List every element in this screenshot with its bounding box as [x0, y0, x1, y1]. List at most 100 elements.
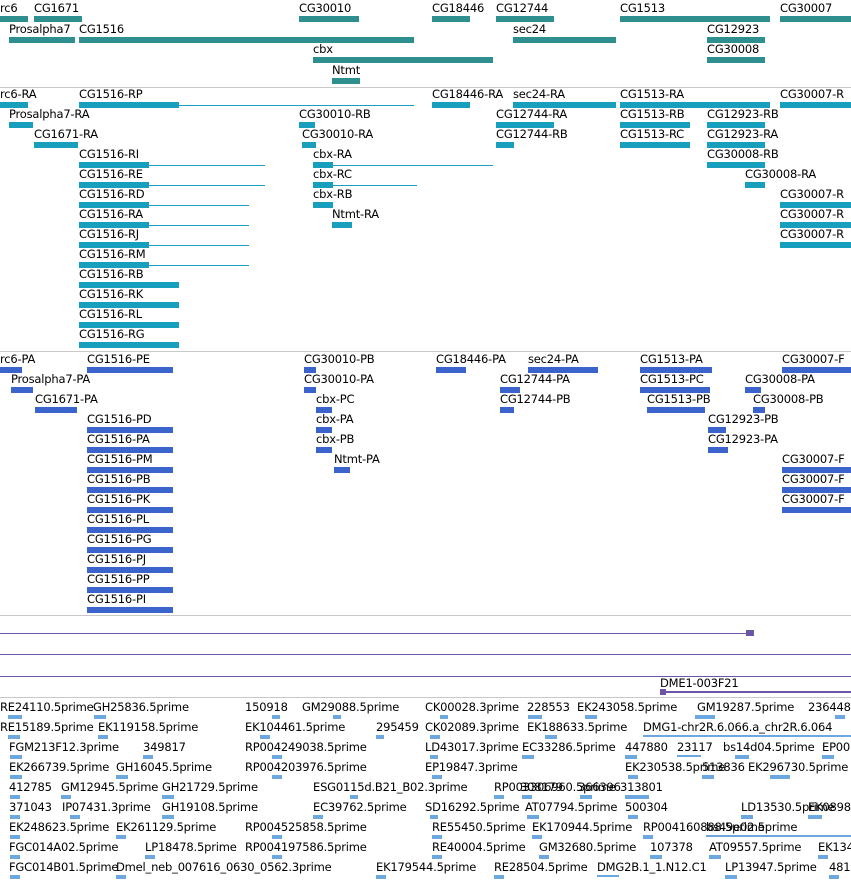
- transcript-feature[interactable]: [332, 222, 352, 228]
- protein-label[interactable]: sec24-PA: [528, 353, 579, 366]
- transcript-label[interactable]: Prosalpha7-RA: [9, 108, 90, 121]
- est-feature[interactable]: [770, 775, 790, 779]
- est-feature[interactable]: [10, 755, 22, 759]
- transcript-label[interactable]: CG1516-RK: [79, 288, 143, 301]
- protein-label[interactable]: CG12744-PA: [500, 373, 570, 386]
- gene-feature[interactable]: [780, 16, 851, 22]
- protein-label[interactable]: Ntmt-PA: [334, 453, 380, 466]
- transcript-label[interactable]: CG30010-RB: [299, 108, 371, 121]
- gene-feature[interactable]: [332, 78, 360, 84]
- transcript-label[interactable]: CG30007-R: [780, 88, 844, 101]
- est-feature[interactable]: [432, 775, 442, 779]
- est-label[interactable]: 4816: [829, 861, 851, 874]
- est-feature[interactable]: [650, 855, 662, 859]
- protein-label[interactable]: CG30007-F: [782, 473, 845, 486]
- est-feature[interactable]: [625, 795, 649, 799]
- est-feature[interactable]: [522, 795, 532, 799]
- gene-label[interactable]: CG1513: [620, 2, 665, 15]
- est-feature[interactable]: [272, 755, 282, 759]
- est-label[interactable]: EK170944.5prime: [532, 821, 632, 834]
- est-label[interactable]: EC39762.5prime: [313, 801, 407, 814]
- est-label[interactable]: RE40004.5prime: [432, 841, 526, 854]
- est-label[interactable]: RP004525858.5prime: [245, 821, 367, 834]
- est-feature[interactable]: [430, 815, 438, 819]
- protein-feature[interactable]: [316, 447, 332, 453]
- est-label[interactable]: RP004160888.5prime: [643, 821, 765, 834]
- est-label[interactable]: SD16292.5prime: [425, 801, 520, 814]
- est-feature[interactable]: [10, 815, 20, 819]
- est-label[interactable]: EP00: [822, 741, 850, 754]
- est-feature[interactable]: [272, 855, 282, 859]
- transcript-feature[interactable]: [780, 102, 851, 108]
- est-label[interactable]: AT07794.5prime: [525, 801, 617, 814]
- est-feature[interactable]: [116, 835, 126, 839]
- gene-label[interactable]: CG12744: [496, 2, 548, 15]
- transcript-label[interactable]: CG1516-RM: [79, 248, 146, 261]
- transcript-label[interactable]: CG1513-RC: [620, 128, 684, 141]
- gene-label[interactable]: CG18446: [432, 2, 484, 15]
- transcript-label[interactable]: CG1516-RP: [79, 88, 143, 101]
- protein-label[interactable]: cbx-PA: [316, 413, 354, 426]
- est-label[interactable]: GH19108.5prime: [162, 801, 258, 814]
- gene-label[interactable]: CG30008: [707, 43, 759, 56]
- est-feature[interactable]: [528, 715, 542, 719]
- est-label[interactable]: DMG1-chr2R.6.066.a_chr2R.6.064: [643, 721, 832, 734]
- est-label[interactable]: Dmel_neb_007616_0630_0562.3prime: [116, 861, 332, 874]
- est-feature[interactable]: [532, 835, 542, 839]
- est-label[interactable]: CK02089.3prime: [425, 721, 519, 734]
- est-label[interactable]: RE28504.5prime: [494, 861, 588, 874]
- transcript-feature[interactable]: [745, 182, 765, 188]
- protein-label[interactable]: CG1516-PD: [87, 413, 152, 426]
- est-label[interactable]: GM19287.5prime: [697, 701, 794, 714]
- est-label[interactable]: GM32680.5prime: [539, 841, 636, 854]
- est-label[interactable]: EK0898: [808, 801, 851, 814]
- est-label[interactable]: RP004197586.5prime: [245, 841, 367, 854]
- protein-label[interactable]: CG12923-PA: [708, 433, 778, 446]
- est-label[interactable]: EK188633.5prime: [527, 721, 627, 734]
- protein-label[interactable]: CG1516-PB: [87, 473, 151, 486]
- protein-feature[interactable]: [647, 407, 705, 413]
- protein-label[interactable]: CG1513-PC: [640, 373, 704, 386]
- est-label[interactable]: EK261129.5prime: [116, 821, 216, 834]
- protein-label[interactable]: Prosalpha7-PA: [11, 373, 90, 386]
- alignment-end[interactable]: [660, 689, 666, 695]
- gene-label[interactable]: Prosalpha7: [9, 23, 71, 36]
- protein-label[interactable]: CG30007-F: [782, 493, 845, 506]
- est-feature[interactable]: [162, 815, 174, 819]
- est-label[interactable]: 366396: [578, 781, 621, 794]
- alignment-label[interactable]: DME1-003F21: [660, 677, 739, 690]
- protein-feature[interactable]: [782, 507, 851, 513]
- est-label[interactable]: 295459: [376, 721, 419, 734]
- est-label[interactable]: RE55450.5prime: [432, 821, 526, 834]
- protein-label[interactable]: CG1516-PK: [87, 493, 150, 506]
- est-label[interactable]: 236448: [808, 701, 851, 714]
- protein-label[interactable]: CG30008-PA: [745, 373, 815, 386]
- protein-feature[interactable]: [304, 387, 316, 393]
- est-label[interactable]: 107378: [650, 841, 693, 854]
- est-feature[interactable]: [822, 755, 834, 759]
- transcript-feature[interactable]: [9, 122, 33, 128]
- est-feature[interactable]: [494, 875, 504, 879]
- est-label[interactable]: RE24110.5prime: [0, 701, 94, 714]
- est-feature[interactable]: [440, 715, 448, 719]
- est-feature[interactable]: [706, 835, 851, 837]
- transcript-label[interactable]: CG1671-RA: [34, 128, 98, 141]
- transcript-label[interactable]: CG12923-RA: [707, 128, 778, 141]
- protein-label[interactable]: CG1516-PL: [87, 513, 149, 526]
- est-label[interactable]: 513836: [702, 761, 745, 774]
- est-label[interactable]: 313801: [620, 781, 663, 794]
- protein-label[interactable]: CG12744-PB: [500, 393, 571, 406]
- est-feature[interactable]: [818, 855, 828, 859]
- protein-label[interactable]: cbx-PB: [316, 433, 354, 446]
- protein-feature[interactable]: [87, 607, 173, 613]
- est-feature[interactable]: [545, 735, 557, 739]
- protein-label[interactable]: CG30010-PA: [304, 373, 374, 386]
- protein-feature[interactable]: [11, 387, 33, 393]
- est-feature[interactable]: [116, 875, 126, 879]
- est-label[interactable]: GH16045.5prime: [116, 761, 212, 774]
- est-label[interactable]: EK248623.5prime: [9, 821, 109, 834]
- est-feature[interactable]: [70, 815, 80, 819]
- est-feature[interactable]: [272, 775, 282, 779]
- gene-feature[interactable]: [513, 37, 616, 43]
- est-label[interactable]: 500304: [625, 801, 668, 814]
